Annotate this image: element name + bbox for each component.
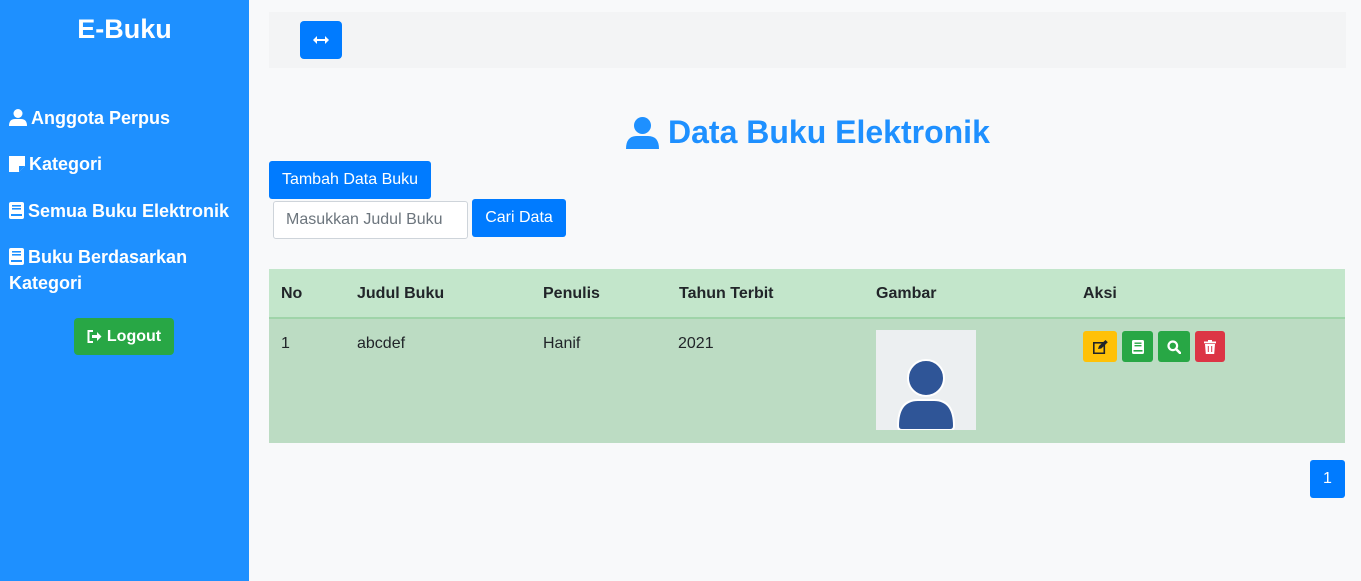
trash-icon <box>1204 339 1216 354</box>
sidebar-item-semua-buku[interactable]: Semua Buku Elektronik <box>9 198 239 224</box>
book-icon <box>9 202 24 219</box>
cell-no: 1 <box>281 335 290 352</box>
sticky-note-icon <box>9 156 25 172</box>
edit-button[interactable] <box>1083 331 1117 362</box>
sidebar-item-anggota-perpus[interactable]: Anggota Perpus <box>9 105 239 131</box>
row-actions <box>1083 331 1225 362</box>
column-header: Penulis <box>543 285 600 302</box>
add-book-button[interactable]: Tambah Data Buku <box>269 161 431 199</box>
sidebar-item-label: Buku Berdasarkan Kategori <box>9 247 188 293</box>
search-icon <box>1167 339 1181 354</box>
read-book-button[interactable] <box>1122 331 1153 362</box>
search-button[interactable]: Cari Data <box>472 199 566 237</box>
top-navbar <box>269 12 1346 68</box>
sidebar-item-label: Kategori <box>29 154 103 174</box>
avatar-placeholder-icon <box>896 359 956 430</box>
sidebar: E-Buku Anggota Perpus Kategori Semua Buk… <box>0 0 249 581</box>
logout-button[interactable]: Logout <box>74 318 174 355</box>
pagination-page-1[interactable]: 1 <box>1310 460 1345 498</box>
book-icon <box>1131 339 1144 354</box>
logout-label: Logout <box>106 327 162 345</box>
sidebar-item-kategori[interactable]: Kategori <box>9 151 239 177</box>
book-cover-image <box>876 330 976 430</box>
column-header: Judul Buku <box>357 285 445 302</box>
page-title: Data Buku Elektronik <box>626 114 990 151</box>
sidebar-item-buku-kategori[interactable]: Buku Berdasarkan Kategori <box>9 244 239 296</box>
cell-judul: abcdef <box>357 335 406 352</box>
sidebar-item-label: Semua Buku Elektronik <box>28 201 230 221</box>
column-header: Gambar <box>876 285 937 302</box>
sign-out-icon <box>87 330 102 343</box>
edit-icon <box>1092 339 1108 354</box>
table-row: 1 abcdef Hanif 2021 <box>269 319 1345 443</box>
column-header: Aksi <box>1083 285 1117 302</box>
brand-title: E-Buku <box>77 14 172 44</box>
books-table: No Judul Buku Penulis Tahun Terbit Gamba… <box>269 269 1345 443</box>
cell-penulis: Hanif <box>543 335 581 352</box>
page-title-text: Data Buku Elektronik <box>668 114 990 150</box>
table-header: No Judul Buku Penulis Tahun Terbit Gamba… <box>269 269 1345 319</box>
column-header: No <box>281 285 303 302</box>
view-detail-button[interactable] <box>1158 331 1190 362</box>
user-icon <box>9 109 27 126</box>
book-icon <box>9 248 24 265</box>
search-input[interactable] <box>273 201 468 239</box>
cell-tahun: 2021 <box>678 335 714 352</box>
column-header: Tahun Terbit <box>679 285 774 302</box>
user-icon <box>626 116 659 149</box>
sidebar-toggle-button[interactable] <box>300 21 342 59</box>
arrows-horizontal-icon <box>313 36 329 44</box>
delete-button[interactable] <box>1195 331 1225 362</box>
sidebar-item-label: Anggota Perpus <box>31 108 171 128</box>
